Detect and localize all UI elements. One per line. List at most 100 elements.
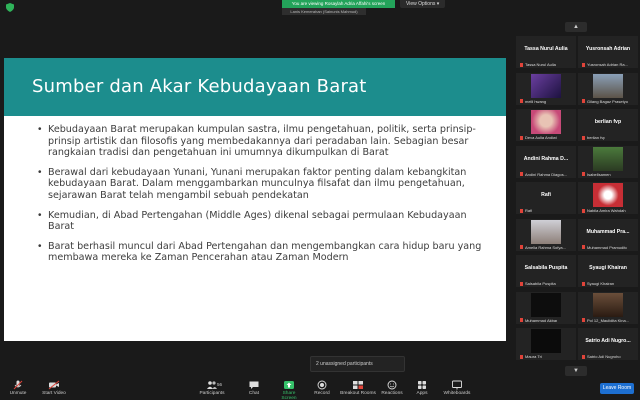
- participant-tile[interactable]: berlian fvp berlian fvp: [578, 109, 638, 141]
- breakout-rooms-label: Breakout Rooms: [340, 391, 376, 396]
- participant-name-text: Satrio Adi Nugroho: [587, 354, 621, 359]
- gallery-page-up-button[interactable]: ▲: [565, 22, 587, 32]
- unmute-button[interactable]: Unmute: [6, 380, 30, 396]
- screen-share-banner: You are viewing Rosaylah Adria Affahi's …: [282, 0, 395, 8]
- share-screen-button[interactable]: Share Screen: [278, 380, 300, 400]
- participant-display-name: Satrio Adi Nugro...: [585, 338, 631, 344]
- participant-tile[interactable]: Muhammad Pra... Muhammad Pramudito: [578, 218, 638, 251]
- view-options-button[interactable]: View Options ▾: [400, 0, 446, 8]
- zoom-meeting-window: You are viewing Rosaylah Adria Affahi's …: [0, 0, 640, 400]
- slide-bullet: • Kebudayaan Barat merupakan kumpulan sa…: [38, 124, 490, 159]
- record-icon: [317, 380, 327, 390]
- participant-video: [531, 219, 561, 244]
- participant-name-text: Pol 12_Maulidita Kina...: [587, 317, 630, 323]
- participant-tile[interactable]: Isabellsamen: [578, 145, 638, 178]
- participant-display-name: Andini Rahma D...: [523, 155, 569, 162]
- whiteboard-icon: [452, 380, 462, 390]
- muted-mic-icon: [582, 99, 585, 104]
- apps-button[interactable]: Apps: [414, 380, 430, 396]
- participant-name-text: Syaugi Khairan: [587, 281, 615, 286]
- whiteboards-button[interactable]: Whiteboards: [442, 380, 472, 396]
- muted-mic-icon: [520, 99, 523, 104]
- slide-bullet-text: Berawal dari kebudayaan Yunani, Yunani m…: [48, 166, 467, 201]
- meeting-toolbar: Unmute Start Video Participants 56 Chat: [0, 378, 640, 400]
- participants-label: Participants: [199, 391, 225, 396]
- participant-name-label: Syaugi Khairan: [582, 281, 614, 286]
- participant-name-text: berlian fvp: [587, 135, 606, 140]
- start-video-button[interactable]: Start Video: [40, 380, 68, 396]
- muted-mic-icon: [520, 354, 523, 359]
- participant-name-text: Rafi: [525, 208, 533, 213]
- muted-mic-icon: [520, 135, 523, 140]
- muted-mic-icon: [582, 208, 585, 213]
- participant-tile[interactable]: Pol 12_Maulidita Kina...: [578, 291, 638, 324]
- chat-bubble-icon: [249, 381, 259, 389]
- participant-name-label: Nabila Amira Wahdah: [582, 208, 626, 213]
- participant-name-label: Yusronsah Adrian Ra...: [582, 62, 628, 67]
- gallery-page-down-button[interactable]: ▼: [565, 366, 587, 376]
- participant-tile[interactable]: Tassa Nurul Aulia Tassa Nurul Aulia: [516, 36, 576, 68]
- microphone-muted-icon: [13, 380, 23, 390]
- participant-display-name: berlian fvp: [594, 119, 622, 125]
- participant-tile[interactable]: Rafi Rafi: [516, 182, 576, 214]
- participant-name-text: Muhammad Akbar: [525, 317, 558, 323]
- presenter-sub-banner: Lanis Kemerahan (Sainunis Mahmud): [282, 8, 366, 15]
- participant-name-label: Isabellsamen: [582, 172, 611, 177]
- slide-bullet-text: Kebudayaan Barat merupakan kumpulan sast…: [48, 124, 476, 159]
- smiley-face-icon: [387, 380, 397, 390]
- muted-mic-icon: [582, 354, 585, 359]
- participant-name-label: berlian fvp: [582, 135, 605, 140]
- participant-name-text: Gilang Bagaz Prasetyo: [587, 98, 628, 104]
- participant-name-text: Yusronsah Adrian Ra...: [587, 62, 628, 67]
- participant-display-name: Tassa Nurul Aulia: [524, 46, 568, 52]
- bullet-icon: •: [38, 209, 42, 221]
- participant-tile[interactable]: Andini Rahma D... Andini Rahma Diagos...: [516, 145, 576, 178]
- participant-tile[interactable]: Maura Tri: [516, 328, 576, 360]
- slide-bullet-text: Kemudian, di Abad Pertengahan (Middle Ag…: [48, 209, 467, 233]
- participant-name-label: Muhammad Pramudito: [582, 245, 627, 250]
- participant-tile[interactable]: Syaugi Khairan Syaugi Khairan: [578, 255, 638, 287]
- participant-tile[interactable]: Nabila Amira Wahdah: [578, 182, 638, 214]
- participant-tile[interactable]: melli hwang: [516, 72, 576, 105]
- breakout-rooms-button[interactable]: Breakout Rooms: [340, 380, 376, 396]
- record-button[interactable]: Record: [312, 380, 332, 396]
- participant-video: [593, 292, 623, 317]
- participant-name-text: melli hwang: [525, 98, 547, 104]
- participant-name-text: Deva Aulia Andiwi: [525, 135, 557, 140]
- participant-name-text: Salsabila Puspita: [525, 281, 556, 286]
- whiteboards-label: Whiteboards: [443, 391, 471, 396]
- participant-display-name: Rafi: [541, 192, 551, 198]
- participant-tile[interactable]: Muhammad Akbar: [516, 291, 576, 324]
- participant-gallery-panel: ▲ Tassa Nurul Aulia Tassa Nurul Aulia Yusr…: [512, 22, 640, 377]
- participant-tile[interactable]: Satrio Adi Nugro... Satrio Adi Nugroho: [578, 328, 638, 360]
- reactions-button[interactable]: Reactions: [380, 380, 404, 396]
- bullet-icon: •: [38, 166, 42, 178]
- participant-name-label: Rafi: [520, 208, 532, 213]
- muted-mic-icon: [520, 245, 523, 250]
- muted-mic-icon: [582, 245, 585, 250]
- participant-name-text: Isabellsamen: [587, 171, 611, 177]
- participant-tile[interactable]: Gilang Bagaz Prasetyo: [578, 72, 638, 105]
- security-shield-icon[interactable]: [6, 3, 14, 12]
- participant-tile[interactable]: Amelia Rahma Sofya...: [516, 218, 576, 251]
- participant-name-label: Maura Tri: [520, 354, 542, 359]
- reactions-label: Reactions: [381, 391, 403, 396]
- participant-name-label: Gilang Bagaz Prasetyo: [582, 99, 628, 104]
- participant-display-name: Muhammad Pra...: [586, 228, 630, 235]
- start-video-label: Start Video: [42, 391, 66, 396]
- participant-name-label: melli hwang: [520, 99, 546, 104]
- participant-tile[interactable]: Yusronsah Adrian Yusronsah Adrian Ra...: [578, 36, 638, 68]
- participant-tile[interactable]: Deva Aulia Andiwi: [516, 109, 576, 141]
- share-screen-icon: [284, 381, 294, 389]
- unassigned-participants-popup[interactable]: 2 unassigned participants: [310, 356, 405, 372]
- muted-mic-icon: [582, 62, 585, 67]
- leave-room-button[interactable]: Leave Room: [600, 383, 634, 394]
- participant-tile[interactable]: Salsabila Puspita Salsabila Puspita: [516, 255, 576, 287]
- participants-count: 56: [217, 382, 223, 387]
- participant-display-name: Salsabila Puspita: [524, 265, 568, 271]
- apps-grid-icon: [418, 381, 426, 389]
- chat-button[interactable]: Chat: [244, 380, 264, 396]
- muted-mic-icon: [582, 281, 585, 286]
- view-options-label: View Options: [406, 1, 436, 7]
- participant-name-label: Deva Aulia Andiwi: [520, 135, 557, 140]
